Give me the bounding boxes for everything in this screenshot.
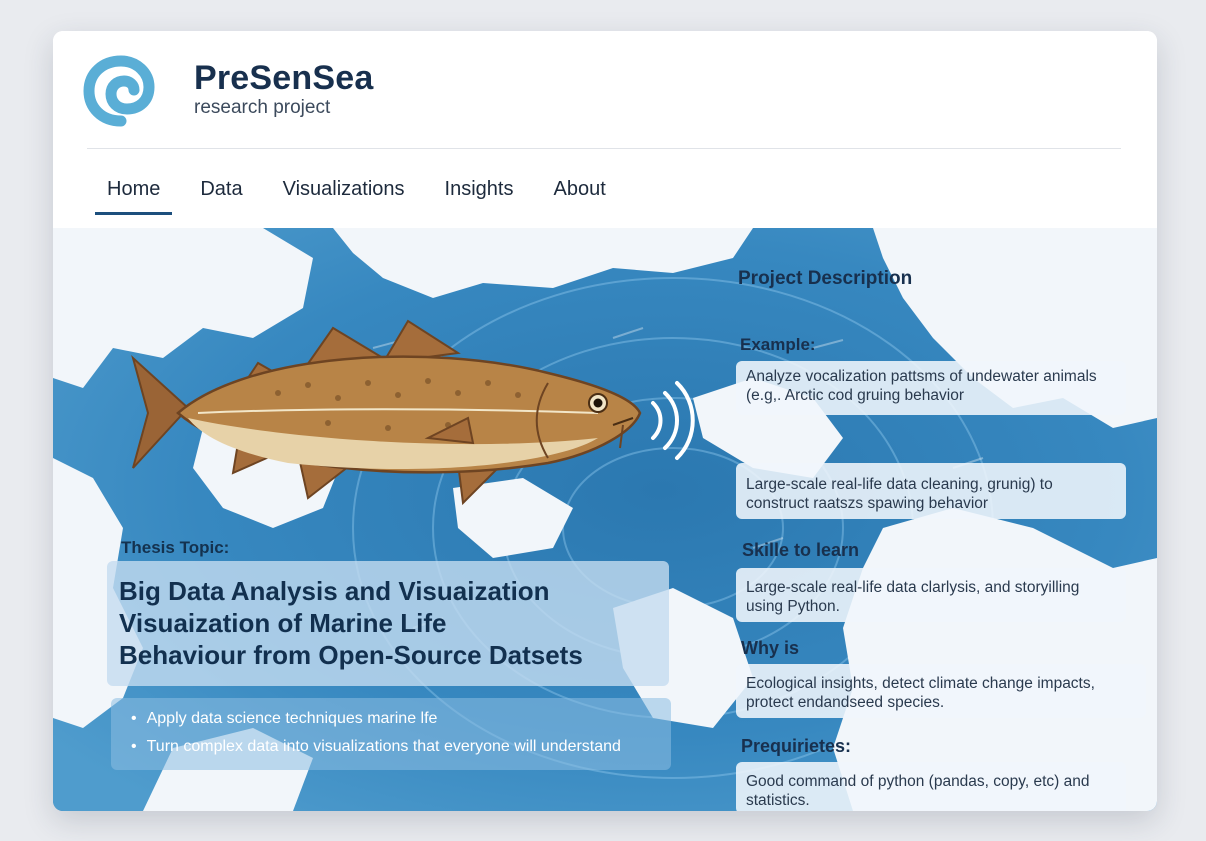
app-window: PreSenSea research project Home Data Vis…	[53, 31, 1157, 811]
skills-heading: Skille to learn	[742, 540, 860, 560]
why-heading: Why is	[741, 638, 800, 658]
thesis-title-line: Big Data Analysis and Visuaization	[119, 576, 550, 606]
thesis-title-line: Visuaization of Marine Life	[119, 608, 447, 638]
prereq-text: Good command of python (pandas, copy, et…	[736, 762, 1126, 811]
task-text: Large-scale real-life data cleaning, gru…	[736, 463, 1126, 519]
bullet-item: Turn complex data into visualizations th…	[131, 738, 621, 756]
main-nav: Home Data Visualizations Insights About	[95, 171, 634, 223]
brand-name[interactable]: PreSenSea	[194, 59, 373, 98]
project-description-heading: Project Description	[738, 268, 913, 289]
nav-insights[interactable]: Insights	[433, 171, 526, 215]
nav-home[interactable]: Home	[95, 171, 173, 215]
thesis-title-line: Behaviour from Open-Source Datsets	[119, 640, 583, 670]
arctic-cod-fish-illustration	[131, 319, 642, 506]
example-heading: Example:	[740, 335, 816, 354]
sound-wave-icon	[651, 381, 695, 460]
site-header: PreSenSea research project Home Data Vis…	[53, 31, 1157, 228]
prereq-heading: Prequirietes:	[741, 736, 852, 756]
thesis-title-box: Big Data Analysis and Visuaization Visua…	[107, 561, 669, 686]
spiral-logo-icon	[83, 55, 155, 127]
brand-subtitle: research project	[194, 97, 331, 118]
thesis-title: Big Data Analysis and Visuaization Visua…	[119, 575, 664, 671]
why-text: Ecological insights, detect climate chan…	[736, 664, 1146, 718]
header-divider	[87, 148, 1121, 149]
nav-visualizations[interactable]: Visualizations	[271, 171, 417, 215]
hero-section: Thesis Topic: Big Data Analysis and Visu…	[53, 228, 1157, 811]
thesis-label: Thesis Topic:	[121, 538, 230, 557]
nav-data[interactable]: Data	[188, 171, 254, 215]
bullet-item: Apply data science techniques marine lfe	[131, 710, 438, 728]
thesis-bullets: Apply data science techniques marine lfe…	[111, 698, 671, 770]
example-text: Analyze vocalization pattsms of undewate…	[736, 361, 1126, 415]
skills-text: Large-scale real-life data clarlysis, an…	[736, 568, 1126, 622]
nav-about[interactable]: About	[541, 171, 617, 215]
